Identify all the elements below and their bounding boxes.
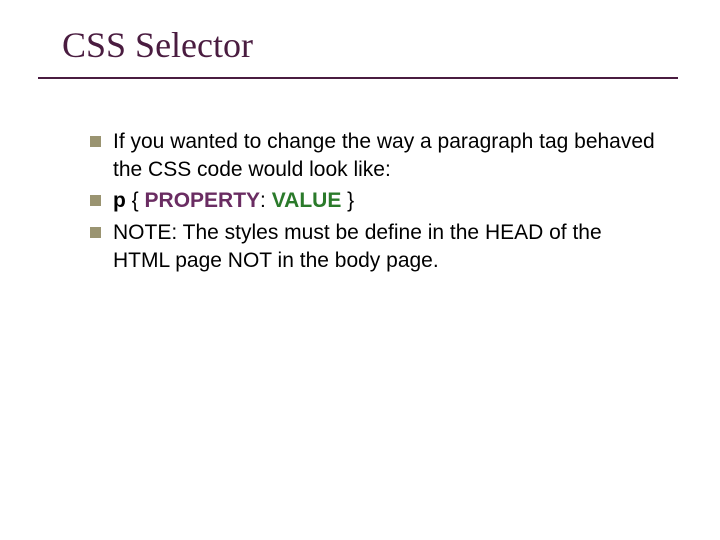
css-property-token: PROPERTY bbox=[145, 189, 261, 212]
bullet-item: NOTE: The styles must be define in the H… bbox=[90, 219, 655, 274]
bullet-text: NOTE: The styles must be define in the H… bbox=[113, 219, 655, 274]
css-brace-open: { bbox=[126, 189, 145, 212]
title-underline bbox=[38, 77, 678, 79]
bullet-item: p { PROPERTY: VALUE } bbox=[90, 187, 655, 215]
slide-content: If you wanted to change the way a paragr… bbox=[90, 128, 655, 279]
slide-title: CSS Selector bbox=[62, 24, 253, 66]
slide: CSS Selector If you wanted to change the… bbox=[0, 0, 720, 540]
square-bullet-icon bbox=[90, 136, 101, 147]
bullet-item: If you wanted to change the way a paragr… bbox=[90, 128, 655, 183]
css-brace-close: } bbox=[341, 189, 354, 212]
bullet-text: If you wanted to change the way a paragr… bbox=[113, 128, 655, 183]
square-bullet-icon bbox=[90, 195, 101, 206]
css-colon: : bbox=[260, 189, 272, 212]
bullet-text: p { PROPERTY: VALUE } bbox=[113, 187, 354, 215]
square-bullet-icon bbox=[90, 227, 101, 238]
css-selector-token: p bbox=[113, 189, 126, 212]
css-value-token: VALUE bbox=[272, 189, 342, 212]
